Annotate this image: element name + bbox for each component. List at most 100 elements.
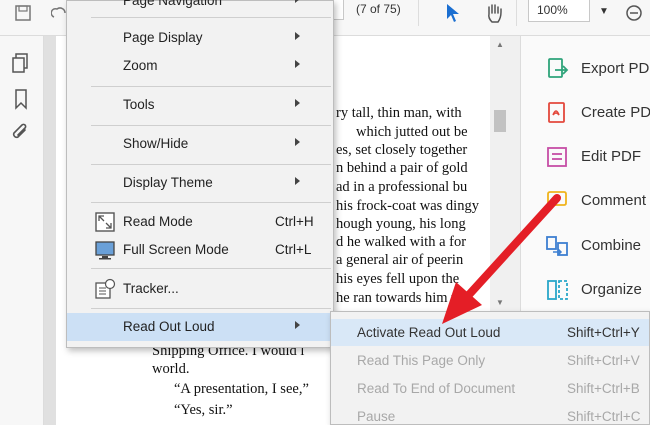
submenu-item-label: Pause — [357, 409, 396, 424]
menu-item-page-display[interactable]: Page Display — [67, 24, 333, 52]
document-text-line: “Yes, sir.” — [174, 402, 233, 418]
menu-item-tools[interactable]: Tools — [67, 91, 333, 119]
zoom-out-icon[interactable] — [624, 2, 644, 24]
read-out-loud-submenu: Activate Read Out Loud Shift+Ctrl+Y Read… — [330, 311, 650, 425]
combine-files-icon — [545, 234, 569, 258]
tool-label: Organize — [581, 281, 642, 298]
document-text-line: “A presentation, I see,” — [174, 381, 309, 397]
document-text-line: a general air of peerin — [336, 252, 464, 268]
tool-label: Create PD — [581, 104, 650, 121]
organize-pages-icon — [545, 278, 569, 302]
page-thumbnails-icon[interactable] — [10, 52, 32, 74]
document-text-line: n behind a pair of gold — [336, 160, 468, 176]
menu-divider — [91, 86, 331, 87]
document-text-line: hough young, his long — [336, 216, 466, 232]
read-mode-icon — [94, 211, 116, 233]
menu-divider — [91, 202, 331, 203]
menu-item-label: Zoom — [123, 58, 158, 73]
menu-divider — [91, 164, 331, 165]
edit-pdf-icon — [545, 145, 569, 169]
document-text-line: which jutted out be — [356, 124, 468, 140]
zoom-dropdown-icon[interactable]: ▼ — [599, 6, 609, 17]
menu-divider — [91, 308, 331, 309]
menu-item-label: Read Mode — [123, 214, 193, 229]
tool-edit-pdf[interactable]: Edit PDF — [521, 142, 650, 172]
submenu-item-shortcut: Shift+Ctrl+C — [567, 409, 641, 424]
document-text-line: d he walked with a for — [336, 234, 467, 250]
scroll-up-icon[interactable]: ▲ — [496, 40, 504, 49]
submenu-arrow-icon — [295, 99, 300, 107]
menu-item-zoom[interactable]: Zoom — [67, 52, 333, 80]
submenu-arrow-icon — [295, 60, 300, 68]
select-pointer-icon[interactable] — [443, 2, 463, 24]
submenu-item-pause: Pause Shift+Ctrl+C — [331, 403, 649, 425]
menu-divider — [91, 17, 331, 18]
tracker-icon — [94, 278, 116, 300]
tool-label: Comment — [581, 192, 647, 209]
attachment-icon[interactable] — [10, 122, 32, 144]
menu-item-label: Show/Hide — [123, 136, 189, 151]
submenu-item-label: Activate Read Out Loud — [357, 325, 501, 340]
menu-item-display-theme[interactable]: Display Theme — [67, 169, 333, 197]
menu-item-tracker[interactable]: Tracker... — [67, 275, 333, 303]
menu-item-full-screen-mode[interactable]: Full Screen Mode Ctrl+L — [67, 236, 333, 264]
submenu-arrow-icon — [295, 321, 300, 329]
toolbar-divider — [418, 0, 419, 26]
zoom-input[interactable]: 100% — [528, 0, 590, 22]
submenu-item-label: Read This Page Only — [357, 353, 486, 368]
document-text-line: world. — [152, 361, 190, 377]
tool-export-pdf[interactable]: Export PD — [521, 54, 650, 84]
toolbar-divider — [516, 0, 517, 26]
tool-create-pdf[interactable]: Create PD — [521, 98, 650, 128]
document-text-line: he ran towards him w — [336, 290, 462, 306]
export-pdf-icon — [545, 57, 569, 81]
document-text-line: his eyes fell upon the — [336, 271, 460, 287]
submenu-item-shortcut: Shift+Ctrl+V — [567, 353, 640, 368]
menu-item-label: Page Navigation — [123, 0, 223, 8]
view-menu: Page Navigation Page Display Zoom Tools … — [66, 0, 334, 348]
menu-item-read-mode[interactable]: Read Mode Ctrl+H — [67, 208, 333, 236]
menu-item-shortcut: Ctrl+H — [275, 214, 314, 229]
submenu-item-shortcut: Shift+Ctrl+Y — [567, 325, 640, 340]
menu-item-label: Read Out Loud — [123, 319, 215, 334]
menu-item-show-hide[interactable]: Show/Hide — [67, 130, 333, 158]
bookmark-icon[interactable] — [10, 88, 32, 110]
menu-item-page-navigation[interactable]: Page Navigation — [67, 0, 333, 15]
menu-divider — [91, 268, 331, 269]
submenu-item-shortcut: Shift+Ctrl+B — [567, 381, 640, 396]
submenu-item-read-to-end-of-document: Read To End of Document Shift+Ctrl+B — [331, 375, 649, 402]
tool-label: Combine — [581, 237, 642, 254]
document-text-line: his frock-coat was dingy — [336, 198, 479, 214]
scroll-down-icon[interactable]: ▼ — [496, 298, 504, 307]
submenu-arrow-icon — [295, 177, 300, 185]
document-text-line: ad in a professional bu — [336, 179, 468, 195]
menu-item-label: Tracker... — [123, 281, 179, 296]
scroll-thumb[interactable] — [494, 110, 506, 132]
tool-combine[interactable]: Combine — [521, 231, 650, 261]
submenu-item-label: Read To End of Document — [357, 381, 516, 396]
menu-item-label: Page Display — [123, 30, 203, 45]
submenu-item-read-this-page-only: Read This Page Only Shift+Ctrl+V — [331, 347, 649, 374]
submenu-item-activate-read-out-loud[interactable]: Activate Read Out Loud Shift+Ctrl+Y — [331, 319, 649, 346]
menu-item-shortcut: Ctrl+L — [275, 242, 312, 257]
comment-icon — [545, 189, 569, 213]
menu-item-read-out-loud[interactable]: Read Out Loud — [67, 313, 333, 341]
menu-item-label: Tools — [123, 97, 155, 112]
create-pdf-icon — [545, 101, 569, 125]
submenu-arrow-icon — [295, 32, 300, 40]
menu-item-label: Display Theme — [123, 175, 213, 190]
tool-organize[interactable]: Organize — [521, 275, 650, 305]
page-count: (7 of 75) — [356, 2, 401, 16]
hand-tool-icon[interactable] — [482, 2, 506, 24]
tool-label: Edit PDF — [581, 148, 642, 165]
full-screen-icon — [94, 239, 116, 261]
save-icon[interactable] — [12, 2, 34, 24]
document-text-line: ry tall, thin man, with — [336, 105, 462, 121]
submenu-arrow-icon — [295, 138, 300, 146]
menu-item-label: Full Screen Mode — [123, 242, 229, 257]
document-text-line: es, set closely together — [336, 142, 468, 158]
menu-divider — [91, 125, 331, 126]
submenu-arrow-icon — [295, 0, 300, 3]
left-navigation-pane — [0, 36, 44, 425]
tool-comment[interactable]: Comment — [521, 186, 650, 216]
